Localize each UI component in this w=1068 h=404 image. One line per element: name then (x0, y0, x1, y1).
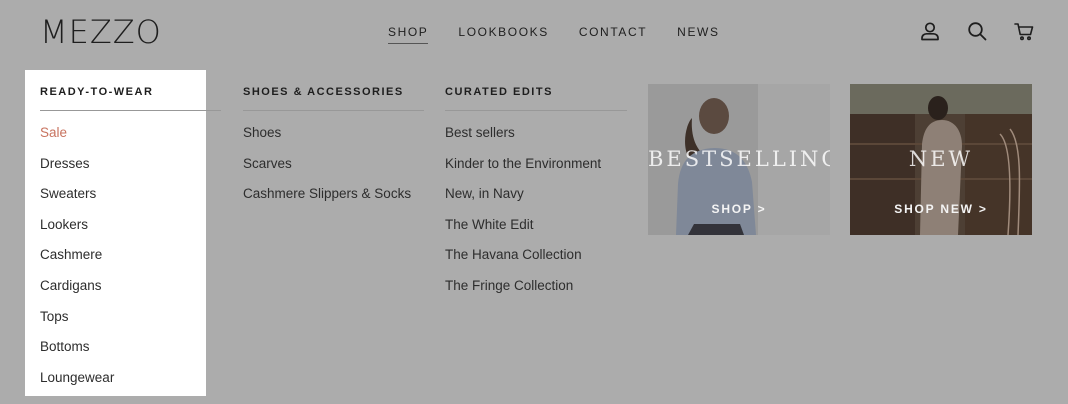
menu-item-sweaters[interactable]: Sweaters (40, 184, 221, 215)
column-ready-to-wear: READY-TO-WEAR Sale Dresses Sweaters Look… (40, 86, 221, 398)
menu-item-cashmere-slippers-socks[interactable]: Cashmere Slippers & Socks (243, 184, 424, 215)
menu-item-fringe-collection[interactable]: The Fringe Collection (445, 276, 627, 307)
menu-item-lookers[interactable]: Lookers (40, 215, 221, 246)
promo-title: BESTSELLING (648, 147, 830, 171)
promo-shop-link[interactable]: SHOP > (648, 202, 830, 216)
nav-contact[interactable]: CONTACT (579, 24, 647, 44)
column-heading[interactable]: CURATED EDITS (445, 86, 627, 111)
menu-item-white-edit[interactable]: The White Edit (445, 215, 627, 246)
nav-news[interactable]: NEWS (677, 24, 719, 44)
column-curated-edits: CURATED EDITS Best sellers Kinder to the… (445, 86, 627, 307)
account-icon[interactable] (919, 20, 941, 42)
menu-item-loungewear[interactable]: Loungewear (40, 368, 221, 399)
menu-item-scarves[interactable]: Scarves (243, 154, 424, 185)
nav-shop[interactable]: SHOP (388, 24, 429, 44)
menu-item-cashmere[interactable]: Cashmere (40, 245, 221, 276)
menu-item-havana-collection[interactable]: The Havana Collection (445, 245, 627, 276)
menu-item-cardigans[interactable]: Cardigans (40, 276, 221, 307)
main-nav: SHOP LOOKBOOKS CONTACT NEWS (388, 24, 720, 44)
menu-item-shoes[interactable]: Shoes (243, 123, 424, 154)
menu-item-dresses[interactable]: Dresses (40, 154, 221, 185)
menu-item-bottoms[interactable]: Bottoms (40, 337, 221, 368)
search-icon[interactable] (966, 20, 988, 42)
header-icons (919, 20, 1035, 42)
menu-item-sale[interactable]: Sale (40, 123, 221, 154)
menu-item-best-sellers[interactable]: Best sellers (445, 123, 627, 154)
column-heading[interactable]: READY-TO-WEAR (40, 86, 221, 111)
promo-bestselling[interactable]: BESTSELLING SHOP > (648, 84, 830, 235)
logo[interactable]: MEZZO (40, 14, 162, 50)
nav-lookbooks[interactable]: LOOKBOOKS (458, 24, 548, 44)
column-heading[interactable]: SHOES & ACCESSORIES (243, 86, 424, 111)
menu-item-kinder-environment[interactable]: Kinder to the Environment (445, 154, 627, 185)
promo-new[interactable]: NEW SHOP NEW > (850, 84, 1032, 235)
menu-item-new-in-navy[interactable]: New, in Navy (445, 184, 627, 215)
promo-shop-link[interactable]: SHOP NEW > (850, 202, 1032, 216)
promo-title: NEW (908, 147, 974, 171)
column-shoes-accessories: SHOES & ACCESSORIES Shoes Scarves Cashme… (243, 86, 424, 215)
menu-item-tops[interactable]: Tops (40, 307, 221, 338)
cart-icon[interactable] (1013, 20, 1035, 42)
